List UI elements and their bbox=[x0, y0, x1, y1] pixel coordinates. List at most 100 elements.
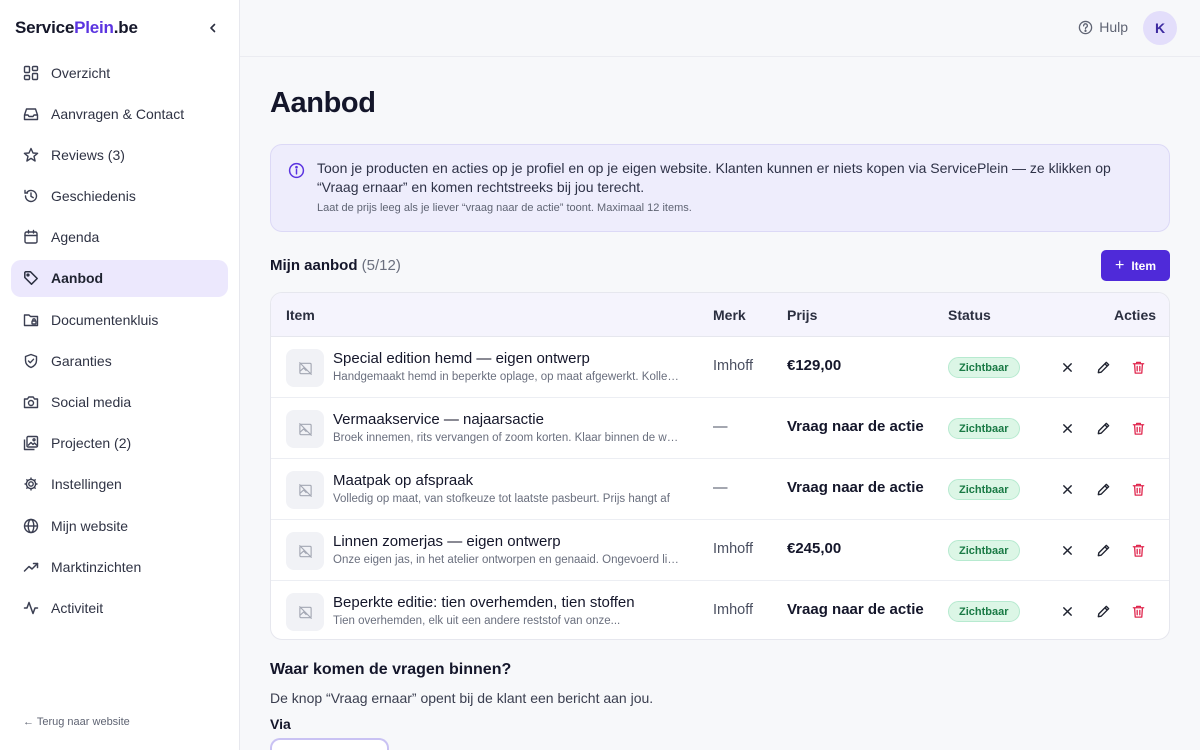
help-button[interactable]: Hulp bbox=[1078, 19, 1128, 35]
add-item-label: Item bbox=[1131, 258, 1157, 273]
brand-part-service: Service bbox=[15, 18, 75, 37]
close-icon bbox=[1062, 362, 1072, 372]
brand-part-plein: Plein bbox=[74, 18, 114, 37]
brand-logo[interactable]: ServicePlein.be bbox=[15, 18, 138, 38]
table-row[interactable]: Vermaakservice — najaarsactie Broek inne… bbox=[271, 398, 1169, 459]
via-select[interactable] bbox=[270, 738, 389, 750]
item-price: €245,00 bbox=[787, 540, 842, 557]
sidebar-item-reviews[interactable]: Reviews (3) bbox=[11, 136, 228, 173]
delete-item-button[interactable] bbox=[1129, 480, 1147, 498]
sidebar-item-aanvragen[interactable]: Aanvragen & Contact bbox=[11, 95, 228, 132]
sidebar-item-instellingen[interactable]: Instellingen bbox=[11, 466, 228, 503]
sidebar-item-label: Garanties bbox=[51, 352, 112, 369]
sidebar-item-label: Social media bbox=[51, 394, 132, 410]
sidebar-item-social-media[interactable]: Social media bbox=[11, 384, 228, 421]
item-description: Tien overhemden, elk uit een andere rest… bbox=[333, 615, 621, 627]
collapse-sidebar-button[interactable] bbox=[203, 18, 223, 38]
table-row[interactable]: Special edition hemd — eigen ontwerp Han… bbox=[271, 337, 1169, 398]
hide-item-button[interactable] bbox=[1058, 358, 1076, 376]
sidebar-item-documentenkluis[interactable]: Documentenkluis bbox=[11, 301, 228, 338]
item-price: Vraag naar de actie bbox=[787, 601, 924, 618]
hide-item-button[interactable] bbox=[1058, 480, 1076, 498]
pencil-icon bbox=[1097, 422, 1109, 434]
delete-item-button[interactable] bbox=[1129, 541, 1147, 559]
edit-item-button[interactable] bbox=[1094, 419, 1112, 437]
pencil-icon bbox=[1097, 544, 1109, 556]
avatar[interactable]: K bbox=[1143, 11, 1177, 45]
table-row[interactable]: Linnen zomerjas — eigen ontwerp Onze eig… bbox=[271, 520, 1169, 581]
item-description: Onze eigen jas, in het atelier ontworpen… bbox=[333, 554, 683, 566]
sidebar-item-overzicht[interactable]: Overzicht bbox=[11, 54, 228, 91]
close-icon bbox=[1062, 423, 1072, 433]
pencil-icon bbox=[1097, 605, 1109, 617]
sidebar-item-mijn-website[interactable]: Mijn website bbox=[11, 507, 228, 544]
hide-item-button[interactable] bbox=[1058, 602, 1076, 620]
history-icon bbox=[23, 188, 39, 204]
calendar-icon bbox=[23, 229, 39, 245]
sidebar: ServicePlein.be Overzicht Aanvragen & Co… bbox=[0, 0, 240, 750]
column-header-price: Prijs bbox=[787, 307, 818, 323]
sidebar-item-marktinzichten[interactable]: Marktinzichten bbox=[11, 548, 228, 585]
edit-item-button[interactable] bbox=[1094, 480, 1112, 498]
sidebar-item-label: Marktinzichten bbox=[51, 558, 142, 575]
hide-item-button[interactable] bbox=[1058, 541, 1076, 559]
image-placeholder-icon bbox=[286, 349, 324, 387]
sidebar-item-label: Projecten (2) bbox=[51, 435, 132, 452]
status-badge: Zichtbaar bbox=[948, 357, 1020, 378]
sidebar-item-projecten[interactable]: Projecten (2) bbox=[11, 425, 228, 462]
sidebar-item-aanbod[interactable]: Aanbod bbox=[11, 259, 228, 297]
hide-item-button[interactable] bbox=[1058, 419, 1076, 437]
edit-item-button[interactable] bbox=[1094, 602, 1112, 620]
close-icon bbox=[1062, 484, 1072, 494]
item-price: Vraag naar de actie bbox=[787, 418, 924, 435]
status-badge: Zichtbaar bbox=[948, 540, 1020, 561]
via-label: Via bbox=[270, 716, 291, 732]
edit-item-button[interactable] bbox=[1094, 541, 1112, 559]
offer-table: Item Merk Prijs Status Acties Special ed… bbox=[270, 292, 1170, 640]
image-placeholder-icon bbox=[286, 593, 324, 631]
help-label: Hulp bbox=[1099, 19, 1128, 35]
delete-item-button[interactable] bbox=[1129, 358, 1147, 376]
sidebar-item-garanties[interactable]: Garanties bbox=[11, 342, 228, 379]
sidebar-item-agenda[interactable]: Agenda bbox=[11, 219, 228, 256]
delete-item-button[interactable] bbox=[1129, 419, 1147, 437]
image-placeholder-icon bbox=[286, 410, 324, 448]
table-header: Item Merk Prijs Status Acties bbox=[271, 293, 1169, 337]
sidebar-item-label: Agenda bbox=[51, 229, 100, 246]
shield-check-icon bbox=[23, 353, 39, 369]
item-price: Vraag naar de actie bbox=[787, 479, 924, 496]
table-row[interactable]: Maatpak op afspraak Volledig op maat, va… bbox=[271, 459, 1169, 520]
column-header-actions: Acties bbox=[1114, 307, 1157, 323]
sidebar-item-label: Mijn website bbox=[51, 517, 129, 534]
status-badge: Zichtbaar bbox=[948, 418, 1020, 439]
item-brand: — bbox=[713, 480, 728, 496]
item-title: Linnen zomerjas — eigen ontwerp bbox=[333, 533, 561, 550]
close-icon bbox=[1062, 606, 1072, 616]
item-price: €129,00 bbox=[787, 357, 842, 374]
sidebar-nav: Overzicht Aanvragen & Contact Reviews (3… bbox=[11, 54, 228, 631]
sidebar-item-label: Aanbod bbox=[51, 270, 104, 287]
item-title: Beperkte editie: tien overhemden, tien s… bbox=[333, 594, 635, 611]
back-to-website-link[interactable]: ← Terug naar website bbox=[23, 716, 130, 728]
sidebar-item-activiteit[interactable]: Activiteit bbox=[11, 589, 228, 626]
info-subtext: Laat de prijs leeg als je liever “vraag … bbox=[317, 202, 692, 214]
column-header-item: Item bbox=[286, 307, 315, 323]
brand-part-tld: .be bbox=[113, 18, 138, 37]
sidebar-item-label: Overzicht bbox=[51, 64, 111, 81]
status-badge: Zichtbaar bbox=[948, 601, 1020, 622]
add-item-button[interactable]: + Item bbox=[1101, 250, 1170, 281]
plus-icon: + bbox=[1114, 256, 1125, 274]
globe-icon bbox=[23, 518, 39, 534]
section-title: Mijn aanbod (5/12) bbox=[270, 257, 401, 274]
item-description: Broek innemen, rits vervangen of zoom ko… bbox=[333, 432, 683, 444]
table-row[interactable]: Beperkte editie: tien overhemden, tien s… bbox=[271, 581, 1169, 639]
image-placeholder-icon bbox=[286, 471, 324, 509]
sidebar-item-geschiedenis[interactable]: Geschiedenis bbox=[11, 178, 228, 215]
chevron-left-icon bbox=[210, 23, 216, 33]
image-placeholder-icon bbox=[286, 532, 324, 570]
delete-item-button[interactable] bbox=[1129, 602, 1147, 620]
images-icon bbox=[23, 435, 39, 451]
item-brand: — bbox=[713, 419, 728, 435]
section-title-label: Mijn aanbod bbox=[270, 257, 358, 274]
edit-item-button[interactable] bbox=[1094, 358, 1112, 376]
